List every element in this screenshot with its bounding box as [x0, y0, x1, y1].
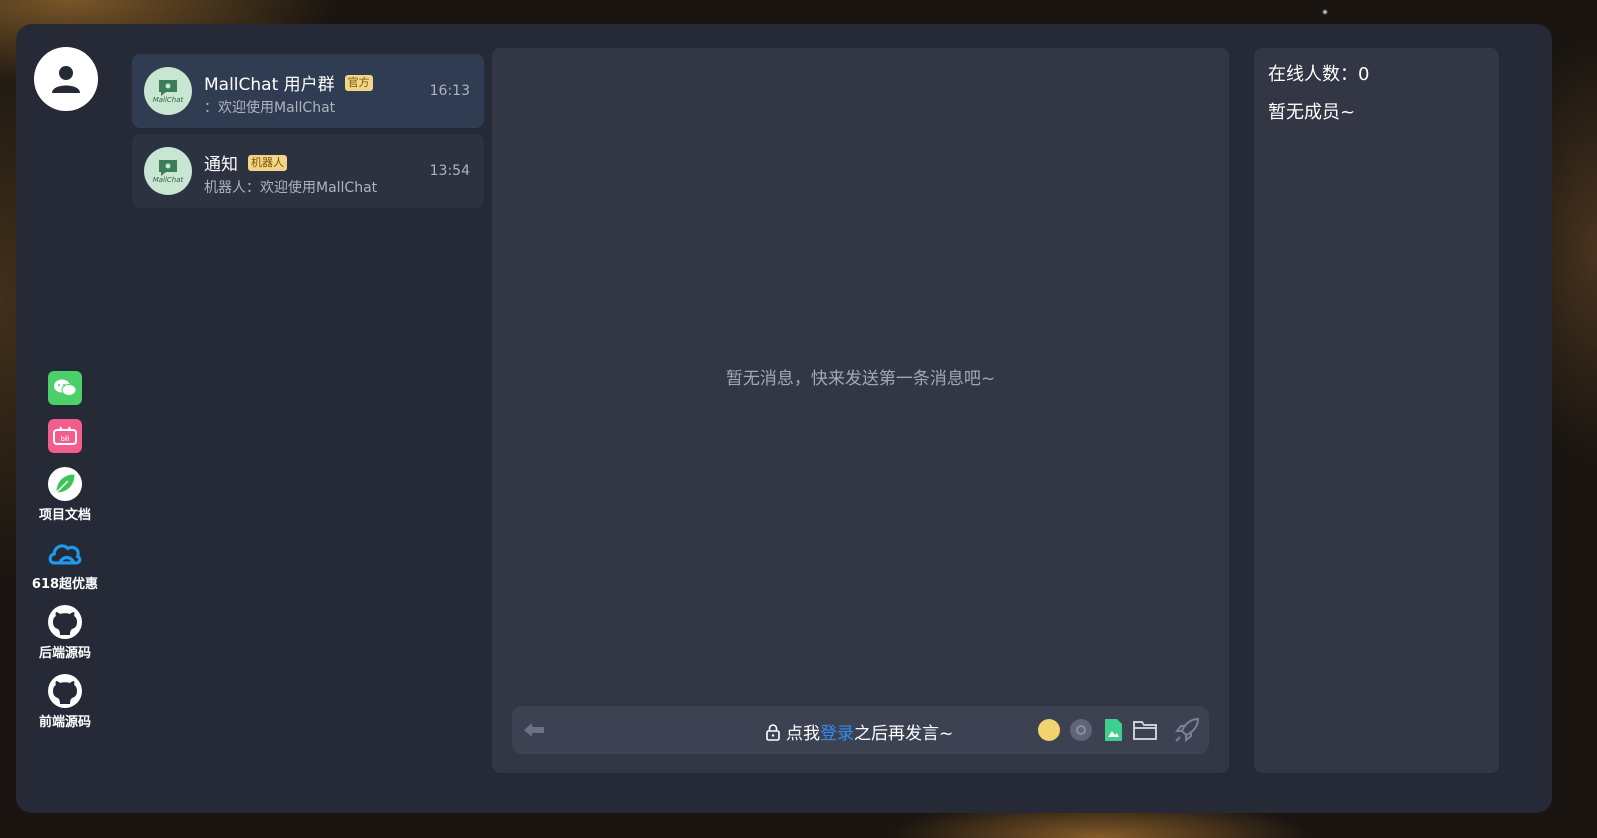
bilibili-icon: bili: [48, 419, 82, 453]
message-composer[interactable]: 点我 登录 之后再发言~: [512, 706, 1209, 754]
lock-icon: [766, 723, 780, 741]
online-count: 在线人数：0: [1268, 64, 1370, 85]
sidebar-link-label: 后端源码: [38, 646, 91, 661]
sidebar-link-label: 618超优惠: [31, 577, 99, 592]
session-name: MallChat 用户群: [204, 75, 335, 95]
session-logo-text: MallChat: [152, 96, 184, 104]
session-last-message: 机器人：欢迎使用MallChat: [204, 180, 378, 196]
chat-empty-text: 暂无消息，快来发送第一条消息吧~: [725, 369, 996, 389]
login-link[interactable]: 登录: [820, 719, 854, 744]
members-panel: 在线人数：0 暂无成员~: [1254, 48, 1499, 773]
sidebar-link-docs[interactable]: 项目文档: [16, 466, 114, 523]
emoji-button[interactable]: [1035, 716, 1063, 744]
mention-button[interactable]: [1067, 716, 1095, 744]
session-title-row: MallChat 用户群 官方: [204, 70, 373, 95]
send-button[interactable]: [1173, 716, 1201, 744]
voice-toggle-icon[interactable]: [522, 720, 546, 740]
session-time: 13:54: [429, 163, 470, 179]
rocket-icon: [1174, 717, 1200, 743]
session-item[interactable]: MallChat 通知 机器人 机器人：欢迎使用MallChat 13:54: [132, 134, 484, 208]
emoji-icon: [1038, 719, 1060, 741]
sidebar-links: bili 项目文档 618超优惠 后端源码 前端源码: [16, 370, 114, 742]
session-tag: 官方: [344, 74, 373, 91]
chat-bubble-icon: [159, 160, 177, 176]
svg-text:bili: bili: [61, 436, 70, 443]
sidebar-link-wechat[interactable]: [16, 370, 114, 406]
session-avatar: MallChat: [144, 147, 192, 195]
folder-icon: [1133, 721, 1157, 740]
composer-tools: [1031, 716, 1201, 744]
sidebar: bili 项目文档 618超优惠 后端源码 前端源码: [16, 24, 114, 813]
session-item[interactable]: MallChat MallChat 用户群 官方 ：欢迎使用MallChat 1…: [132, 54, 484, 128]
user-icon: [52, 66, 80, 93]
session-logo-text: MallChat: [152, 176, 184, 184]
file-button[interactable]: [1131, 716, 1159, 744]
session-title-row: 通知 机器人: [204, 150, 287, 175]
session-avatar: MallChat: [144, 67, 192, 115]
sidebar-link-promo[interactable]: 618超优惠: [16, 535, 114, 592]
sidebar-link-backend-source[interactable]: 后端源码: [16, 604, 114, 661]
cloud-icon: [47, 535, 83, 571]
session-list: MallChat MallChat 用户群 官方 ：欢迎使用MallChat 1…: [132, 54, 484, 214]
sidebar-link-label: 项目文档: [38, 508, 91, 523]
user-avatar[interactable]: [34, 47, 98, 111]
login-prompt: 点我 登录 之后再发言~: [764, 719, 953, 744]
login-prompt-suffix: 之后再发言~: [854, 724, 954, 744]
docs-leaf-icon: [47, 466, 83, 502]
image-button[interactable]: [1099, 716, 1127, 744]
session-tag: 机器人: [248, 154, 287, 171]
session-time: 16:13: [429, 83, 470, 99]
sidebar-link-bilibili[interactable]: bili: [16, 418, 114, 454]
github-icon: [47, 604, 83, 640]
app-window: bili 项目文档 618超优惠 后端源码 前端源码 MallChat Mall…: [16, 24, 1552, 813]
session-name: 通知: [204, 155, 238, 175]
github-icon: [47, 673, 83, 709]
at-icon: [1070, 719, 1092, 741]
sidebar-link-label: 前端源码: [38, 715, 91, 730]
login-prompt-prefix: 点我: [786, 724, 820, 744]
wechat-icon: [48, 371, 82, 405]
session-last-message: ：欢迎使用MallChat: [204, 100, 336, 116]
chat-panel: 暂无消息，快来发送第一条消息吧~ 点我 登录 之后再发言~: [492, 48, 1229, 773]
members-empty-text: 暂无成员~: [1268, 102, 1356, 123]
chat-bubble-icon: [159, 80, 177, 96]
sidebar-link-frontend-source[interactable]: 前端源码: [16, 673, 114, 730]
image-icon: [1105, 719, 1122, 741]
